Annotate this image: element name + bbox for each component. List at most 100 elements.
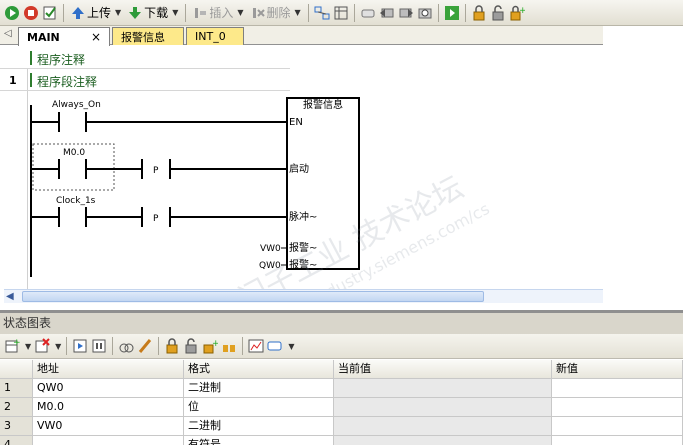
toolbar-separator	[185, 3, 187, 22]
run-icon[interactable]	[4, 5, 20, 21]
toolbar-separator	[158, 337, 160, 355]
pin-operand-vw0: VW0	[260, 244, 281, 254]
row-index: 2	[0, 398, 33, 417]
read-forced-icon[interactable]	[221, 338, 237, 354]
upload-arrow-icon	[72, 6, 84, 19]
table-row[interactable]: 1 QW0 二进制	[0, 379, 683, 398]
network-icon[interactable]	[314, 5, 330, 21]
lock-add-icon[interactable]: +	[509, 5, 525, 21]
new-value-cell[interactable]	[552, 436, 683, 445]
chevron-down-icon[interactable]: ▼	[55, 342, 61, 351]
force-lock-icon[interactable]	[164, 338, 180, 354]
delete-row-icon[interactable]	[34, 338, 50, 354]
format-cell[interactable]: 二进制	[184, 417, 334, 436]
positive-edge-contact[interactable]: P	[141, 159, 287, 179]
upload-label: 上传	[87, 6, 112, 20]
format-cell[interactable]: 有符号	[184, 436, 334, 445]
chevron-down-icon[interactable]: ▼	[295, 8, 301, 17]
contact-always-on[interactable]: Always_On	[31, 100, 287, 132]
download-button[interactable]: 下载 ▼	[126, 3, 180, 23]
pin-en: EN	[289, 117, 303, 128]
address-cell[interactable]: QW0	[33, 379, 184, 398]
lock-icon[interactable]	[471, 4, 487, 21]
table-row[interactable]: 4 有符号	[0, 436, 683, 445]
contact-m0-0[interactable]: M0.0	[31, 148, 141, 179]
address-cell[interactable]: VW0	[33, 417, 184, 436]
address-cell[interactable]: M0.0	[33, 398, 184, 417]
status-chart-toolbar: + ▼ ▼ + ▼	[0, 334, 683, 359]
compile-icon[interactable]	[42, 5, 58, 21]
tab-int0[interactable]: INT_0	[186, 27, 244, 45]
table-row[interactable]: 2 M0.0 位	[0, 398, 683, 417]
current-value-cell	[334, 379, 552, 398]
clock-icon[interactable]	[417, 5, 433, 21]
download-label: 下载	[144, 6, 169, 20]
column-header-new-value[interactable]: 新值	[552, 360, 683, 379]
tab-alarm-info-label: 报警信息	[121, 30, 165, 44]
editor-tab-bar: ◁ MAIN × 报警信息 INT_0	[0, 26, 683, 46]
positive-edge-contact[interactable]: P	[141, 207, 287, 227]
toolbar-separator	[66, 337, 68, 355]
delete-button[interactable]: 删除 ▼	[249, 3, 303, 23]
contact-label: M0.0	[63, 148, 85, 158]
editor-right-area	[603, 26, 683, 308]
tag-icon[interactable]	[267, 338, 283, 354]
unlock-icon[interactable]	[490, 4, 506, 21]
new-value-cell[interactable]	[552, 398, 683, 417]
chevron-down-icon[interactable]: ▼	[115, 8, 121, 17]
main-toolbar: 上传 ▼ 下载 ▼ 插入 ▼ 删除 ▼ +	[0, 0, 683, 26]
edge-label: P	[153, 214, 159, 224]
column-header-current-value[interactable]: 当前值	[334, 360, 552, 379]
chevron-down-icon[interactable]: ▼	[172, 8, 178, 17]
download-arrow-icon	[129, 6, 142, 19]
write-pencil-icon[interactable]	[137, 338, 153, 354]
table-row[interactable]: 3 VW0 二进制	[0, 417, 683, 436]
chevron-down-icon[interactable]: ▼	[237, 8, 243, 17]
toolbar-separator	[242, 337, 244, 355]
arrow-left-icon[interactable]	[379, 5, 395, 21]
status-chart-table: 地址 格式 当前值 新值 1 QW0 二进制 2 M0.0 位 3 VW0 二进…	[0, 360, 683, 445]
unforce-all-icon[interactable]: +	[202, 338, 218, 354]
add-row-icon[interactable]: +	[4, 338, 20, 354]
toolbar-separator	[112, 337, 114, 355]
ladder-editor[interactable]: 程序注释 1 程序段注释 Always_On M0.0 P Clock_1s P…	[0, 45, 603, 289]
pin-start: 启动	[289, 162, 309, 175]
chevron-down-icon[interactable]: ▼	[25, 342, 31, 351]
unforce-icon[interactable]	[183, 338, 199, 354]
block-title: 报警信息	[303, 98, 343, 111]
cross-reference-icon[interactable]	[333, 5, 349, 21]
insert-button[interactable]: 插入 ▼	[191, 3, 245, 23]
toolbar-separator	[63, 3, 64, 22]
address-cell[interactable]	[33, 436, 184, 445]
column-header-address[interactable]: 地址	[33, 360, 184, 379]
delete-icon	[252, 7, 265, 18]
tab-main[interactable]: MAIN ×	[18, 27, 110, 46]
trend-chart-icon[interactable]	[248, 338, 264, 354]
go-icon[interactable]	[444, 5, 460, 21]
outline-icon[interactable]	[360, 5, 376, 21]
contact-clock-1s[interactable]: Clock_1s	[31, 196, 141, 227]
current-value-cell	[334, 417, 552, 436]
close-icon[interactable]: ×	[91, 30, 101, 44]
column-header-format[interactable]: 格式	[184, 360, 334, 379]
read-values-icon[interactable]	[118, 338, 134, 354]
upload-button[interactable]: 上传 ▼	[69, 3, 123, 23]
scroll-left-icon[interactable]: ◀	[6, 291, 14, 302]
pause-monitor-icon[interactable]	[91, 338, 107, 354]
format-cell[interactable]: 位	[184, 398, 334, 417]
format-cell[interactable]: 二进制	[184, 379, 334, 398]
chevron-down-icon[interactable]: ▼	[288, 342, 294, 351]
svg-text:+: +	[519, 6, 525, 16]
tab-alarm-info[interactable]: 报警信息	[112, 27, 184, 45]
stop-icon[interactable]	[23, 5, 39, 21]
edge-label: P	[153, 166, 159, 176]
tab-scroll-left-icon[interactable]: ◁	[4, 28, 12, 39]
editor-horizontal-scrollbar[interactable]: ◀	[4, 289, 603, 303]
arrow-right-icon[interactable]	[398, 5, 414, 21]
new-value-cell[interactable]	[552, 417, 683, 436]
current-value-cell	[334, 398, 552, 417]
toolbar-separator	[307, 3, 309, 22]
new-value-cell[interactable]	[552, 379, 683, 398]
start-monitor-icon[interactable]	[72, 338, 88, 354]
scrollbar-thumb[interactable]	[22, 291, 484, 302]
